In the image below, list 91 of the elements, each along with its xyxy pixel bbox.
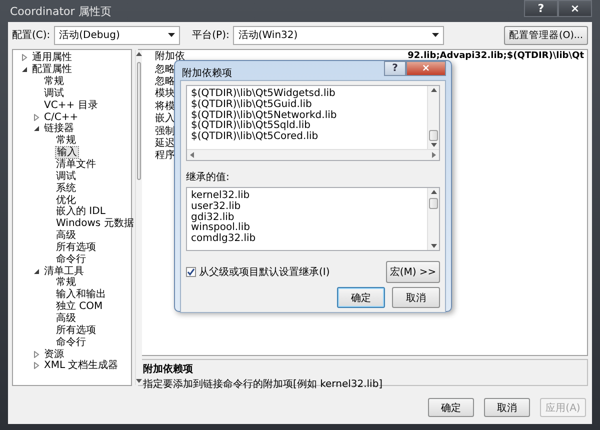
configuration-dropdown[interactable]: 活动(Debug) xyxy=(54,26,180,44)
scrollbar[interactable] xyxy=(427,188,439,250)
tree-item[interactable]: 系统 xyxy=(55,182,77,194)
tree-item[interactable]: 所有选项 xyxy=(55,242,97,253)
tree-item[interactable]: 输入和输出 xyxy=(55,289,107,300)
tree-item[interactable]: 通用属性 xyxy=(31,52,73,64)
window-title: Coordinator 属性页 xyxy=(9,4,112,18)
tree-item[interactable]: 优化 xyxy=(55,194,77,206)
tree-item[interactable]: 高级 xyxy=(55,312,77,324)
help-button[interactable]: ? xyxy=(384,61,406,76)
tree-item[interactable]: 调试 xyxy=(43,88,65,99)
platform-label: 平台(P): xyxy=(192,28,230,42)
expanded-arrow-icon[interactable] xyxy=(33,268,40,275)
dependency-entry: $(QTDIR)\lib\Qt5Networkd.lib xyxy=(191,110,338,121)
tree-item[interactable]: 清单工具 xyxy=(43,266,85,277)
tree-item[interactable]: 配置属性 xyxy=(31,64,73,76)
inherited-entry: user32.lib xyxy=(191,202,242,212)
dependency-entry: $(QTDIR)\lib\Qt5Widgetsd.lib xyxy=(191,89,336,99)
macro-button[interactable]: 宏(M) >> xyxy=(386,261,440,283)
configuration-label: 配置(C): xyxy=(12,28,50,42)
inherited-values-label: 继承的值: xyxy=(186,170,230,184)
tree-item[interactable]: 链接器 xyxy=(43,123,75,134)
property-name[interactable]: 附加依 xyxy=(155,49,185,64)
tree-item[interactable]: 所有选项 xyxy=(55,324,97,336)
scrollbar[interactable] xyxy=(187,149,439,160)
dialog-button[interactable]: 确定 xyxy=(337,287,385,308)
tree-item[interactable]: 高级 xyxy=(55,230,77,242)
collapsed-arrow-icon[interactable] xyxy=(21,54,28,62)
scroll-thumb[interactable] xyxy=(429,198,438,209)
tree-item[interactable]: 常规 xyxy=(55,135,77,146)
expanded-arrow-icon[interactable] xyxy=(33,125,40,132)
property-name[interactable]: 忽略 xyxy=(155,62,175,76)
dependency-entry: $(QTDIR)\lib\Qt5Cored.lib xyxy=(191,132,320,143)
tree-item[interactable]: 命令行 xyxy=(55,336,87,348)
inherited-entry: gdi32.lib xyxy=(191,212,234,223)
description-title: 附加依赖项 xyxy=(143,362,194,376)
scroll-down-icon[interactable] xyxy=(430,244,436,248)
configuration-manager-button[interactable]: 配置管理器(O)... xyxy=(504,26,588,44)
dialog-button[interactable]: 确定 xyxy=(428,398,474,417)
scroll-up-icon[interactable] xyxy=(136,52,142,56)
property-name[interactable]: 程序 xyxy=(155,148,175,162)
property-name[interactable]: 嵌入 xyxy=(155,111,175,126)
property-name[interactable]: 忽略 xyxy=(155,74,175,88)
checkbox[interactable] xyxy=(186,267,196,277)
caret-icon xyxy=(168,33,176,37)
tree-item[interactable]: 嵌入的 IDL xyxy=(55,206,106,218)
scroll-up-icon[interactable] xyxy=(430,190,436,194)
inherited-entry: comdlg32.lib xyxy=(191,234,257,245)
scroll-thumb[interactable] xyxy=(136,62,141,180)
scrollbar[interactable] xyxy=(134,50,142,385)
tree-item[interactable]: 调试 xyxy=(55,170,77,182)
collapsed-arrow-icon[interactable] xyxy=(33,114,40,121)
dependencies-field[interactable]: $(QTDIR)\lib\Qt5Widgetsd.lib $(QTDIR)\lib\Qt5Guid.lib $(QTDIR)\lib\Qt5Networkd.lib $(QTDIR)\lib\Qt5Sqld.lib $(QTDIR)\lib\Qt5Cored.lib xyxy=(186,85,440,161)
platform-dropdown[interactable]: 活动(Win32) xyxy=(233,26,444,44)
scroll-left-icon[interactable] xyxy=(190,152,194,158)
scroll-right-icon[interactable] xyxy=(432,152,436,158)
help-button[interactable]: ? xyxy=(524,0,558,17)
property-value[interactable]: 92.lib;Advapi32.lib;$(QTDIR)\lib\Qt xyxy=(408,51,584,62)
scroll-down-icon[interactable] xyxy=(430,143,436,147)
tree-item[interactable]: XML 文档生成器 xyxy=(43,360,120,372)
tree-item[interactable]: 资源 xyxy=(43,348,65,360)
tree-item[interactable]: C/C++ xyxy=(43,112,80,123)
tree-item[interactable]: VC++ 目录 xyxy=(43,100,99,111)
caret-icon xyxy=(432,33,440,37)
scroll-up-icon[interactable] xyxy=(430,88,436,92)
collapsed-arrow-icon[interactable] xyxy=(33,362,40,370)
expanded-arrow-icon[interactable] xyxy=(21,66,28,74)
dialog-title: 附加依赖项 xyxy=(181,66,232,80)
property-name[interactable]: 延迟 xyxy=(155,136,175,150)
tree-item[interactable]: 常规 xyxy=(43,76,65,88)
tree-item[interactable]: 清单文件 xyxy=(55,159,97,170)
tree-item[interactable]: 输入 xyxy=(55,146,79,160)
dialog-button[interactable]: 取消 xyxy=(484,398,530,417)
inherited-entry: kernel32.lib xyxy=(191,191,251,201)
dialog-button[interactable]: 取消 xyxy=(392,287,440,308)
scroll-down-icon[interactable] xyxy=(136,379,142,383)
tree-item[interactable]: 命令行 xyxy=(55,254,87,265)
scrollbar[interactable] xyxy=(427,86,439,149)
property-name[interactable]: 将模 xyxy=(155,98,175,113)
dependency-entry: $(QTDIR)\lib\Qt5Guid.lib xyxy=(191,100,313,110)
scroll-thumb[interactable] xyxy=(429,130,438,141)
dependency-entry: $(QTDIR)\lib\Qt5Sqld.lib xyxy=(191,121,310,132)
tree-item[interactable]: Windows 元数据 xyxy=(55,218,135,230)
tree-item[interactable]: 独立 COM xyxy=(55,301,104,312)
close-button[interactable]: × xyxy=(558,0,592,17)
description-text: 指定要添加到链接命令行的附加项[例如 kernel32.lib] xyxy=(143,378,384,391)
collapsed-arrow-icon[interactable] xyxy=(33,350,40,358)
tree-item[interactable]: 常规 xyxy=(55,277,77,288)
property-name[interactable]: 模块 xyxy=(155,86,175,100)
checkbox-label[interactable]: 从父级或项目默认设置继承(I) xyxy=(199,265,330,279)
inherited-entry: winspool.lib xyxy=(191,223,250,234)
